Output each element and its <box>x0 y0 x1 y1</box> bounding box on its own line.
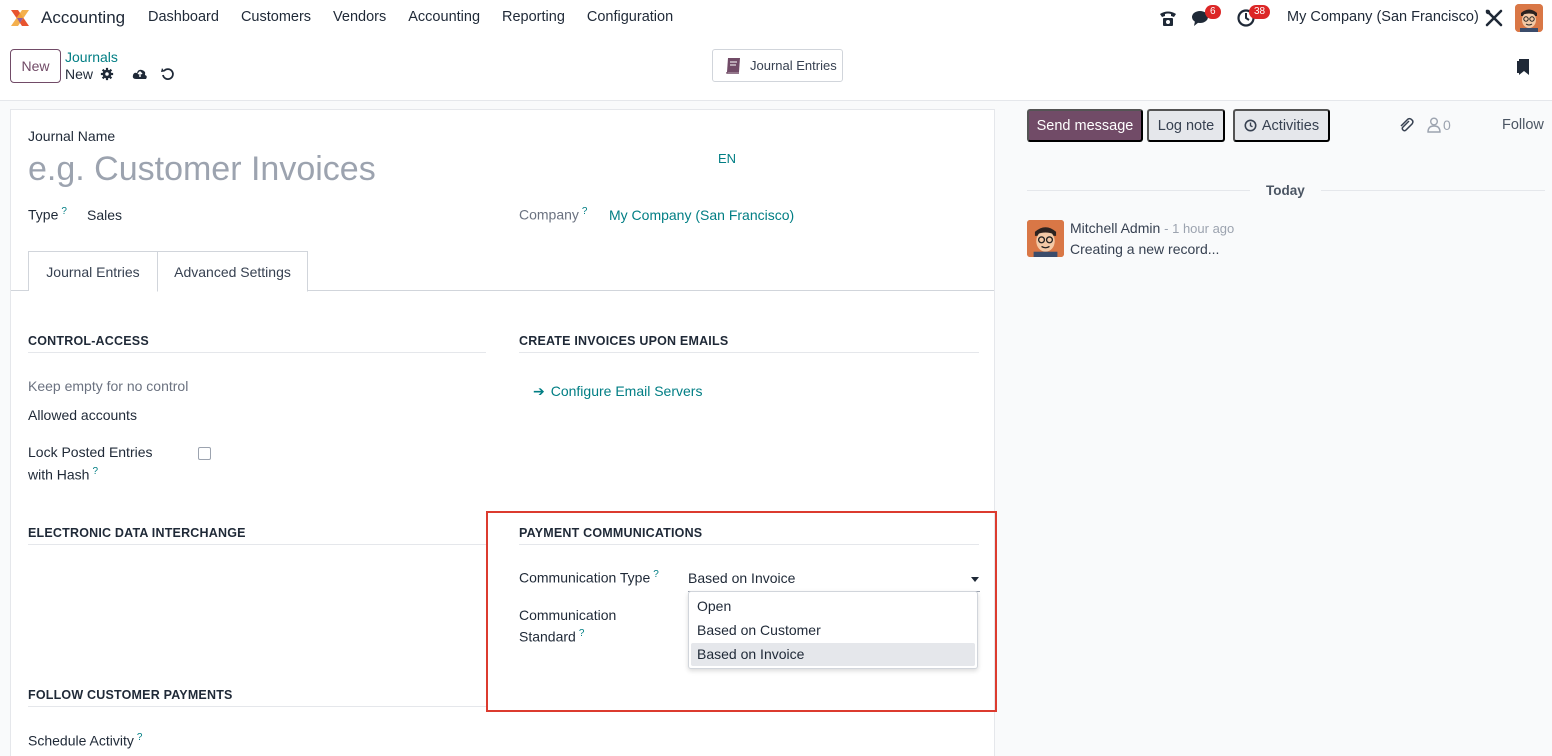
chatter-panel: Send message Log note Activities 0 Follo… <box>1010 101 1552 756</box>
main-menu: Dashboard Customers Vendors Accounting R… <box>148 9 695 25</box>
section-divider <box>28 706 486 707</box>
journal-entries-smart-button[interactable]: Journal Entries <box>712 49 843 82</box>
tab-advanced-settings[interactable]: Advanced Settings <box>157 251 308 292</box>
phone-icon[interactable] <box>1158 8 1178 28</box>
follow-button[interactable]: Follow <box>1502 117 1544 133</box>
follower-user-icon[interactable] <box>1427 117 1441 133</box>
configure-email-servers-link[interactable]: ➔ Configure Email Servers <box>533 383 702 400</box>
company-field[interactable]: My Company (San Francisco) <box>609 207 794 223</box>
schedule-activity-label: Schedule Activity? <box>28 732 143 749</box>
section-divider <box>519 352 979 353</box>
follow-payments-title: FOLLOW CUSTOMER PAYMENTS <box>28 688 233 702</box>
activities-button[interactable]: Activities <box>1233 109 1330 142</box>
company-label: Company? <box>519 206 588 223</box>
type-label: Type? <box>28 206 67 223</box>
lock-entries-checkbox[interactable] <box>198 447 211 460</box>
lock-entries-help-icon[interactable]: ? <box>92 466 98 477</box>
type-help-icon[interactable]: ? <box>61 206 67 217</box>
message-header: Mitchell Admin - 1 hour ago <box>1070 220 1234 236</box>
control-access-title: CONTROL-ACCESS <box>28 334 149 348</box>
user-avatar[interactable] <box>1515 4 1543 32</box>
book-icon <box>726 58 740 74</box>
breadcrumb-current: New <box>65 66 94 82</box>
discard-undo-icon[interactable] <box>160 66 176 82</box>
create-invoices-title: CREATE INVOICES UPON EMAILS <box>519 334 729 348</box>
log-note-button[interactable]: Log note <box>1147 109 1225 142</box>
app-name[interactable]: Accounting <box>41 8 125 28</box>
allowed-accounts-field[interactable]: Allowed accounts <box>28 407 137 423</box>
paperclip-icon[interactable] <box>1398 117 1414 133</box>
date-separator-today: Today <box>1250 183 1321 198</box>
send-message-button[interactable]: Send message <box>1027 109 1143 142</box>
journal-name-label: Journal Name <box>28 128 116 144</box>
save-cloud-icon[interactable] <box>132 66 148 82</box>
new-button[interactable]: New <box>10 49 61 83</box>
lock-entries-label-line2: with Hash? <box>28 466 99 483</box>
debug-tools-icon[interactable] <box>1484 8 1504 28</box>
menu-configuration[interactable]: Configuration <box>587 9 673 25</box>
journal-name-input[interactable]: e.g. Customer Invoices <box>28 150 376 189</box>
language-button[interactable]: EN <box>718 151 736 166</box>
message-author[interactable]: Mitchell Admin <box>1070 220 1160 236</box>
control-access-hint: Keep empty for no control <box>28 378 189 394</box>
section-divider <box>28 352 486 353</box>
breadcrumb-journals[interactable]: Journals <box>65 49 118 65</box>
top-navbar: Accounting Dashboard Customers Vendors A… <box>0 0 1552 35</box>
company-switcher[interactable]: My Company (San Francisco) <box>1287 9 1479 25</box>
clock-icon <box>1244 119 1257 132</box>
message-time: - 1 hour ago <box>1164 221 1235 236</box>
edi-title: ELECTRONIC DATA INTERCHANGE <box>28 526 246 540</box>
smart-button-label: Journal Entries <box>750 58 837 73</box>
menu-reporting[interactable]: Reporting <box>502 9 565 25</box>
arrow-right-icon: ➔ <box>533 383 545 399</box>
menu-vendors[interactable]: Vendors <box>333 9 386 25</box>
type-field[interactable]: Sales <box>87 207 122 223</box>
message-author-avatar[interactable] <box>1027 220 1064 257</box>
control-panel: New Journals New Journal Entries <box>0 35 1552 101</box>
menu-dashboard[interactable]: Dashboard <box>148 9 219 25</box>
followers-count: 0 <box>1443 117 1451 133</box>
highlight-box <box>486 511 997 712</box>
messages-badge: 6 <box>1205 5 1221 19</box>
menu-accounting[interactable]: Accounting <box>408 9 480 25</box>
accounting-app-icon[interactable] <box>9 7 31 29</box>
section-divider <box>28 544 486 545</box>
message-body: Creating a new record... <box>1070 241 1220 257</box>
activities-badge: 38 <box>1249 5 1271 19</box>
lock-entries-label-line1: Lock Posted Entries <box>28 444 153 460</box>
tab-journal-entries[interactable]: Journal Entries <box>28 251 158 291</box>
menu-customers[interactable]: Customers <box>241 9 311 25</box>
company-help-icon[interactable]: ? <box>582 206 588 217</box>
schedule-activity-help-icon[interactable]: ? <box>137 732 143 743</box>
notebook-tabs: Journal Entries Advanced Settings <box>11 251 994 292</box>
bookmark-icon[interactable] <box>1516 57 1532 77</box>
gear-icon[interactable] <box>100 67 114 81</box>
